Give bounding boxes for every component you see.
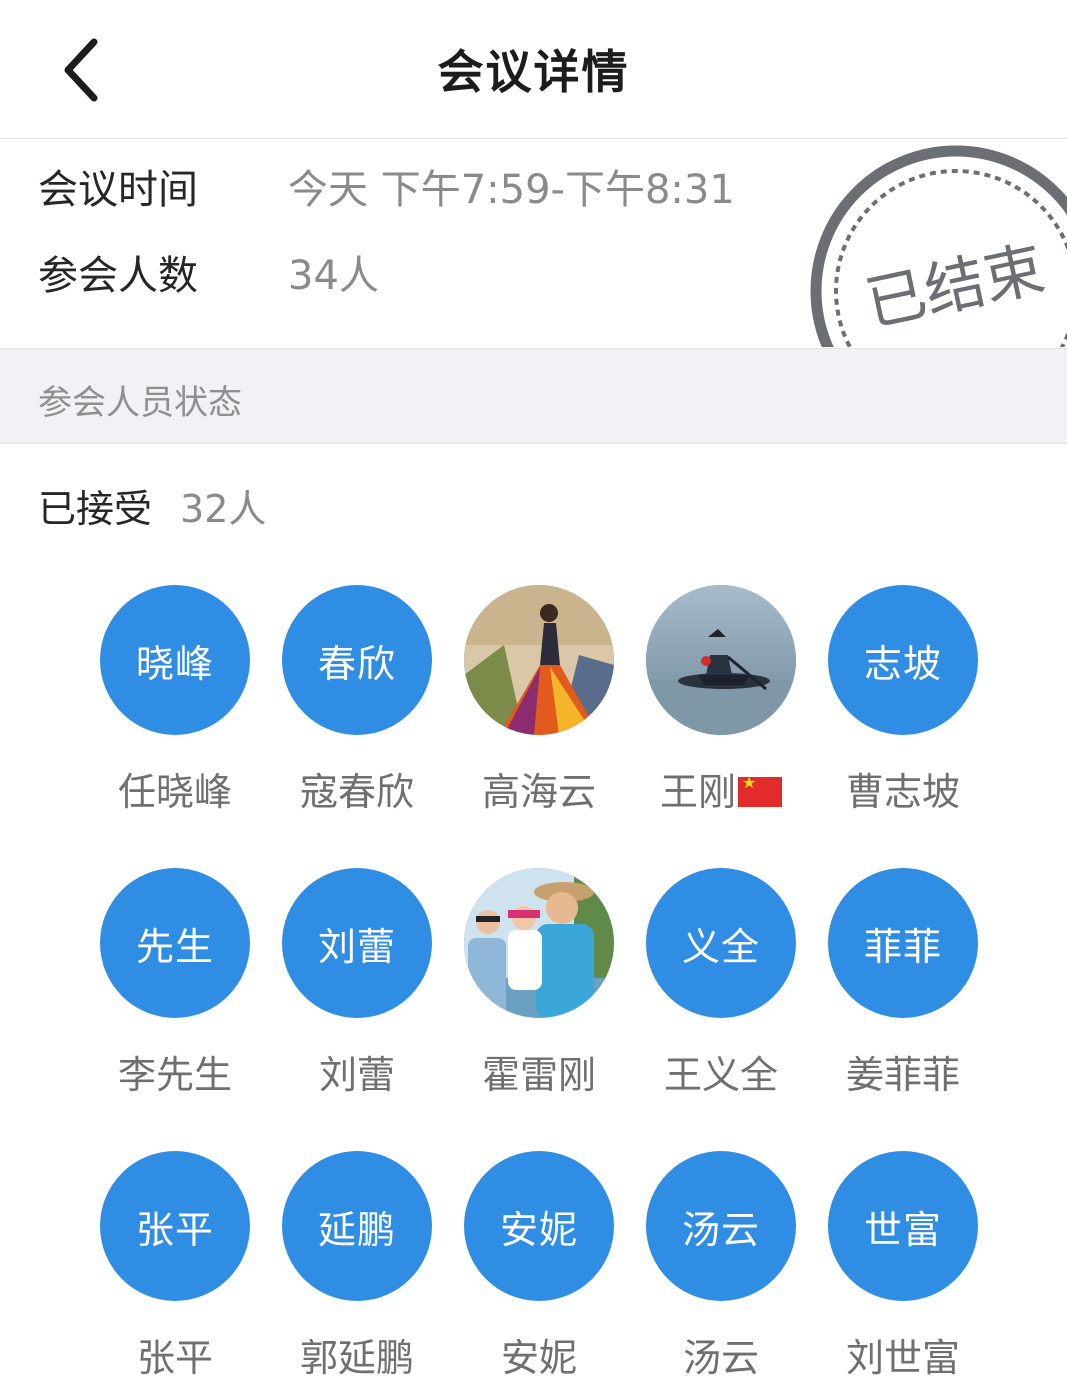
avatar: 张平 bbox=[100, 1151, 250, 1301]
member-name-text: 王刚 bbox=[659, 770, 736, 814]
participant-count-value: 34人 bbox=[288, 253, 379, 299]
avatar-text: 世富 bbox=[863, 1207, 942, 1252]
avatar-text: 菲菲 bbox=[863, 924, 942, 969]
china-flag-icon bbox=[738, 773, 782, 807]
participant-count-row: 参会人数 34人 bbox=[38, 243, 379, 301]
boat-photo bbox=[646, 585, 796, 735]
member-item[interactable]: 志坡 曹志坡 bbox=[793, 585, 1013, 825]
member-name: 姜菲菲 bbox=[845, 1053, 960, 1097]
avatar: 世富 bbox=[828, 1151, 978, 1301]
member-name: 曹志坡 bbox=[845, 770, 960, 814]
avatar-text: 延鹏 bbox=[317, 1207, 396, 1252]
participant-count-label: 参会人数 bbox=[38, 253, 198, 299]
accepted-label: 已接受 bbox=[38, 487, 153, 531]
meeting-time-value: 今天 下午7:59-下午8:31 bbox=[288, 167, 735, 213]
accepted-summary: 已接受 32人 bbox=[38, 478, 266, 533]
avatar-text: 安妮 bbox=[499, 1207, 578, 1252]
member-item[interactable]: 菲菲 姜菲菲 bbox=[793, 868, 1013, 1108]
avatar-text: 春欣 bbox=[317, 641, 396, 686]
avatar: 晓峰 bbox=[100, 585, 250, 735]
avatar: 菲菲 bbox=[828, 868, 978, 1018]
avatar: 汤云 bbox=[646, 1151, 796, 1301]
family-photo-avatar bbox=[464, 868, 614, 1018]
avatar-text: 晓峰 bbox=[135, 641, 214, 686]
avatar-text: 刘蕾 bbox=[317, 924, 396, 969]
avatar-text: 义全 bbox=[681, 924, 760, 969]
header-bar: 会议详情 bbox=[0, 0, 1067, 139]
accepted-count: 32人 bbox=[180, 487, 267, 531]
meeting-time-row: 会议时间 今天 下午7:59-下午8:31 bbox=[38, 157, 735, 215]
page-title: 会议详情 bbox=[437, 45, 630, 99]
member-name: 刘世富 bbox=[845, 1336, 960, 1380]
avatar: 延鹏 bbox=[282, 1151, 432, 1301]
section-header: 参会人员状态 bbox=[0, 348, 1067, 444]
ended-stamp: 已结束 bbox=[810, 145, 1067, 347]
avatar: 刘蕾 bbox=[282, 868, 432, 1018]
section-title: 参会人员状态 bbox=[38, 383, 242, 423]
avatar-text: 志坡 bbox=[863, 641, 942, 686]
avatar: 义全 bbox=[646, 868, 796, 1018]
painting-photo-avatar bbox=[464, 585, 614, 735]
avatar: 先生 bbox=[100, 868, 250, 1018]
boat-photo-avatar bbox=[646, 585, 796, 735]
avatar-text: 汤云 bbox=[681, 1207, 760, 1252]
avatar: 春欣 bbox=[282, 585, 432, 735]
meeting-time-label: 会议时间 bbox=[38, 167, 198, 213]
avatar-text: 张平 bbox=[135, 1207, 214, 1252]
family-photo bbox=[464, 868, 614, 1018]
meeting-info-panel: 会议时间 今天 下午7:59-下午8:31 参会人数 34人 已结束 bbox=[0, 139, 1067, 347]
avatar: 安妮 bbox=[464, 1151, 614, 1301]
stamp-text: 已结束 bbox=[860, 234, 1051, 340]
painting-photo bbox=[464, 585, 614, 735]
member-item[interactable]: 世富 刘世富 bbox=[793, 1151, 1013, 1391]
avatar: 志坡 bbox=[828, 585, 978, 735]
avatar-text: 先生 bbox=[135, 924, 214, 969]
